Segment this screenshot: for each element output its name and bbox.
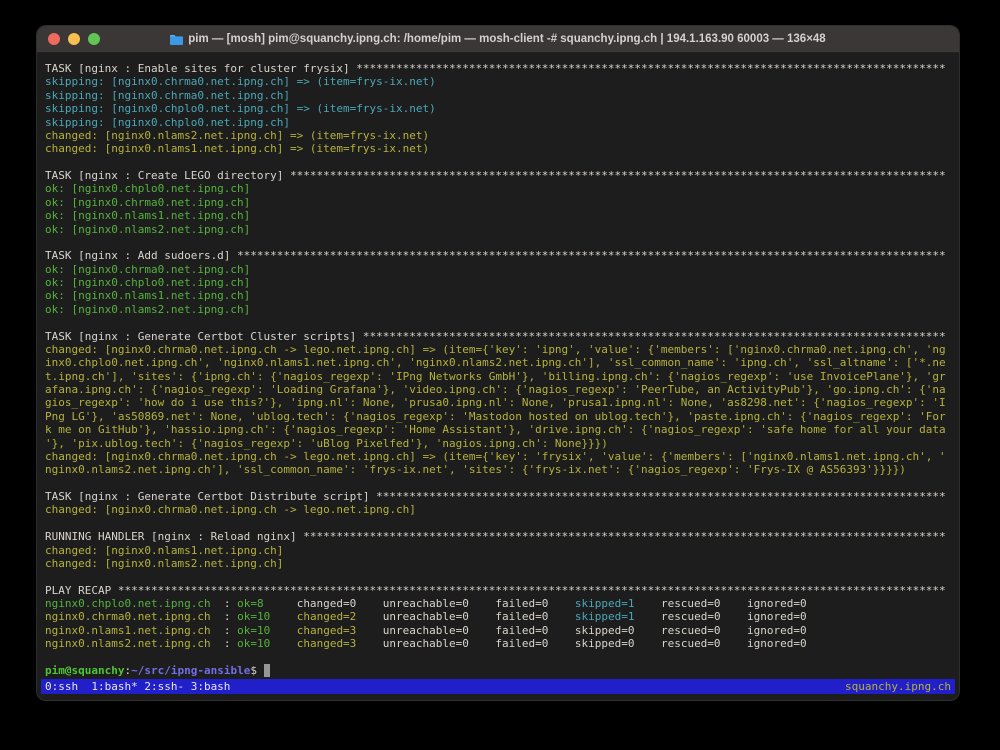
terminal-line: TASK [nginx : Create LEGO directory] ***… [45, 169, 951, 182]
terminal-line: changed: [nginx0.nlams1.net.ipng.ch] [45, 544, 951, 557]
terminal-line: ok: [nginx0.chrma0.net.ipng.ch] [45, 196, 951, 209]
terminal-line: changed: [nginx0.chrma0.net.ipng.ch -> l… [45, 343, 951, 356]
terminal-line [45, 236, 951, 249]
terminal-line: Png LG'}, 'as50869.net': None, 'ublog.te… [45, 410, 951, 423]
terminal-line: changed: [nginx0.chrma0.net.ipng.ch -> l… [45, 503, 951, 516]
terminal-line: TASK [nginx : Generate Certbot Distribut… [45, 490, 951, 503]
fullscreen-button[interactable] [88, 33, 100, 45]
terminal-line [45, 316, 951, 329]
terminal-line: TASK [nginx : Add sudoers.d] ***********… [45, 249, 951, 262]
terminal-cursor [264, 664, 271, 677]
terminal-line: ok: [nginx0.chplo0.net.ipng.ch] [45, 182, 951, 195]
terminal-line: nginx0.chplo0.net.ipng.ch : ok=8 changed… [45, 597, 951, 610]
terminal-line: ok: [nginx0.nlams1.net.ipng.ch] [45, 209, 951, 222]
terminal-line: ok: [nginx0.chplo0.net.ipng.ch] [45, 276, 951, 289]
terminal-line: skipping: [nginx0.chplo0.net.ipng.ch] [45, 116, 951, 129]
tmux-window-list[interactable]: 0:ssh 1:bash* 2:ssh- 3:bash [45, 679, 230, 694]
terminal-line [45, 477, 951, 490]
terminal-line: changed: [nginx0.nlams1.net.ipng.ch] => … [45, 142, 951, 155]
traffic-lights [48, 26, 100, 52]
terminal-line [45, 570, 951, 583]
terminal-line: afana.ipng.ch': {'nagios_regexp': 'Loadi… [45, 383, 951, 396]
terminal-output: TASK [nginx : Enable sites for cluster f… [45, 62, 951, 677]
terminal-line: changed: [nginx0.nlams2.net.ipng.ch] => … [45, 129, 951, 142]
terminal-line: gios_regexp': 'how do i use this?'}, 'ip… [45, 396, 951, 409]
terminal-window: pim — [mosh] pim@squanchy.ipng.ch: /home… [36, 25, 960, 701]
tmux-status-bar: 0:ssh 1:bash* 2:ssh- 3:bash squanchy.ipn… [41, 679, 955, 694]
terminal-line: TASK [nginx : Enable sites for cluster f… [45, 62, 951, 75]
terminal-line: changed: [nginx0.chrma0.net.ipng.ch -> l… [45, 450, 951, 463]
terminal-line: nginx0.nlams2.net.ipng.ch : ok=10 change… [45, 637, 951, 650]
terminal-line: nginx0.nlams2.net.ipng.ch'], 'ssl_common… [45, 463, 951, 476]
terminal-line: ok: [nginx0.nlams1.net.ipng.ch] [45, 289, 951, 302]
terminal-line: skipping: [nginx0.chrma0.net.ipng.ch] =>… [45, 75, 951, 88]
close-button[interactable] [48, 33, 60, 45]
window-titlebar[interactable]: pim — [mosh] pim@squanchy.ipng.ch: /home… [37, 26, 959, 53]
terminal-line: skipping: [nginx0.chrma0.net.ipng.ch] [45, 89, 951, 102]
terminal-line [45, 651, 951, 664]
terminal-line [45, 517, 951, 530]
window-title: pim — [mosh] pim@squanchy.ipng.ch: /home… [170, 33, 825, 45]
terminal-line: pim@squanchy:~/src/ipng-ansible$ [45, 664, 951, 677]
terminal-line [45, 156, 951, 169]
window-title-text: pim — [mosh] pim@squanchy.ipng.ch: /home… [188, 33, 825, 45]
terminal-line: nginx0.chrma0.net.ipng.ch : ok=10 change… [45, 610, 951, 623]
terminal-line: PLAY RECAP *****************************… [45, 584, 951, 597]
folder-icon [170, 34, 183, 45]
terminal-line: k me on GitHub'}, 'hassio.ipng.ch': {'na… [45, 423, 951, 436]
terminal-line: RUNNING HANDLER [nginx : Reload nginx] *… [45, 530, 951, 543]
terminal-line: TASK [nginx : Generate Certbot Cluster s… [45, 330, 951, 343]
terminal-line: ok: [nginx0.nlams2.net.ipng.ch] [45, 303, 951, 316]
terminal-line: '}, 'pix.ublog.tech': {'nagios_regexp': … [45, 437, 951, 450]
terminal-line: t.ipng.ch'], 'sites': {'ipng.ch': {'nagi… [45, 370, 951, 383]
terminal-screen[interactable]: TASK [nginx : Enable sites for cluster f… [37, 52, 959, 700]
terminal-line: changed: [nginx0.nlams2.net.ipng.ch] [45, 557, 951, 570]
page-background: { "colors":{ "term-bg":"#1d1d1d", "title… [0, 0, 1000, 750]
minimize-button[interactable] [68, 33, 80, 45]
terminal-line: ok: [nginx0.chrma0.net.ipng.ch] [45, 263, 951, 276]
terminal-line: skipping: [nginx0.chplo0.net.ipng.ch] =>… [45, 102, 951, 115]
terminal-line: inx0.chplo0.net.ipng.ch', 'nginx0.nlams1… [45, 356, 951, 369]
terminal-line: nginx0.nlams1.net.ipng.ch : ok=10 change… [45, 624, 951, 637]
tmux-hostname: squanchy.ipng.ch [845, 679, 951, 694]
terminal-line: ok: [nginx0.nlams2.net.ipng.ch] [45, 223, 951, 236]
